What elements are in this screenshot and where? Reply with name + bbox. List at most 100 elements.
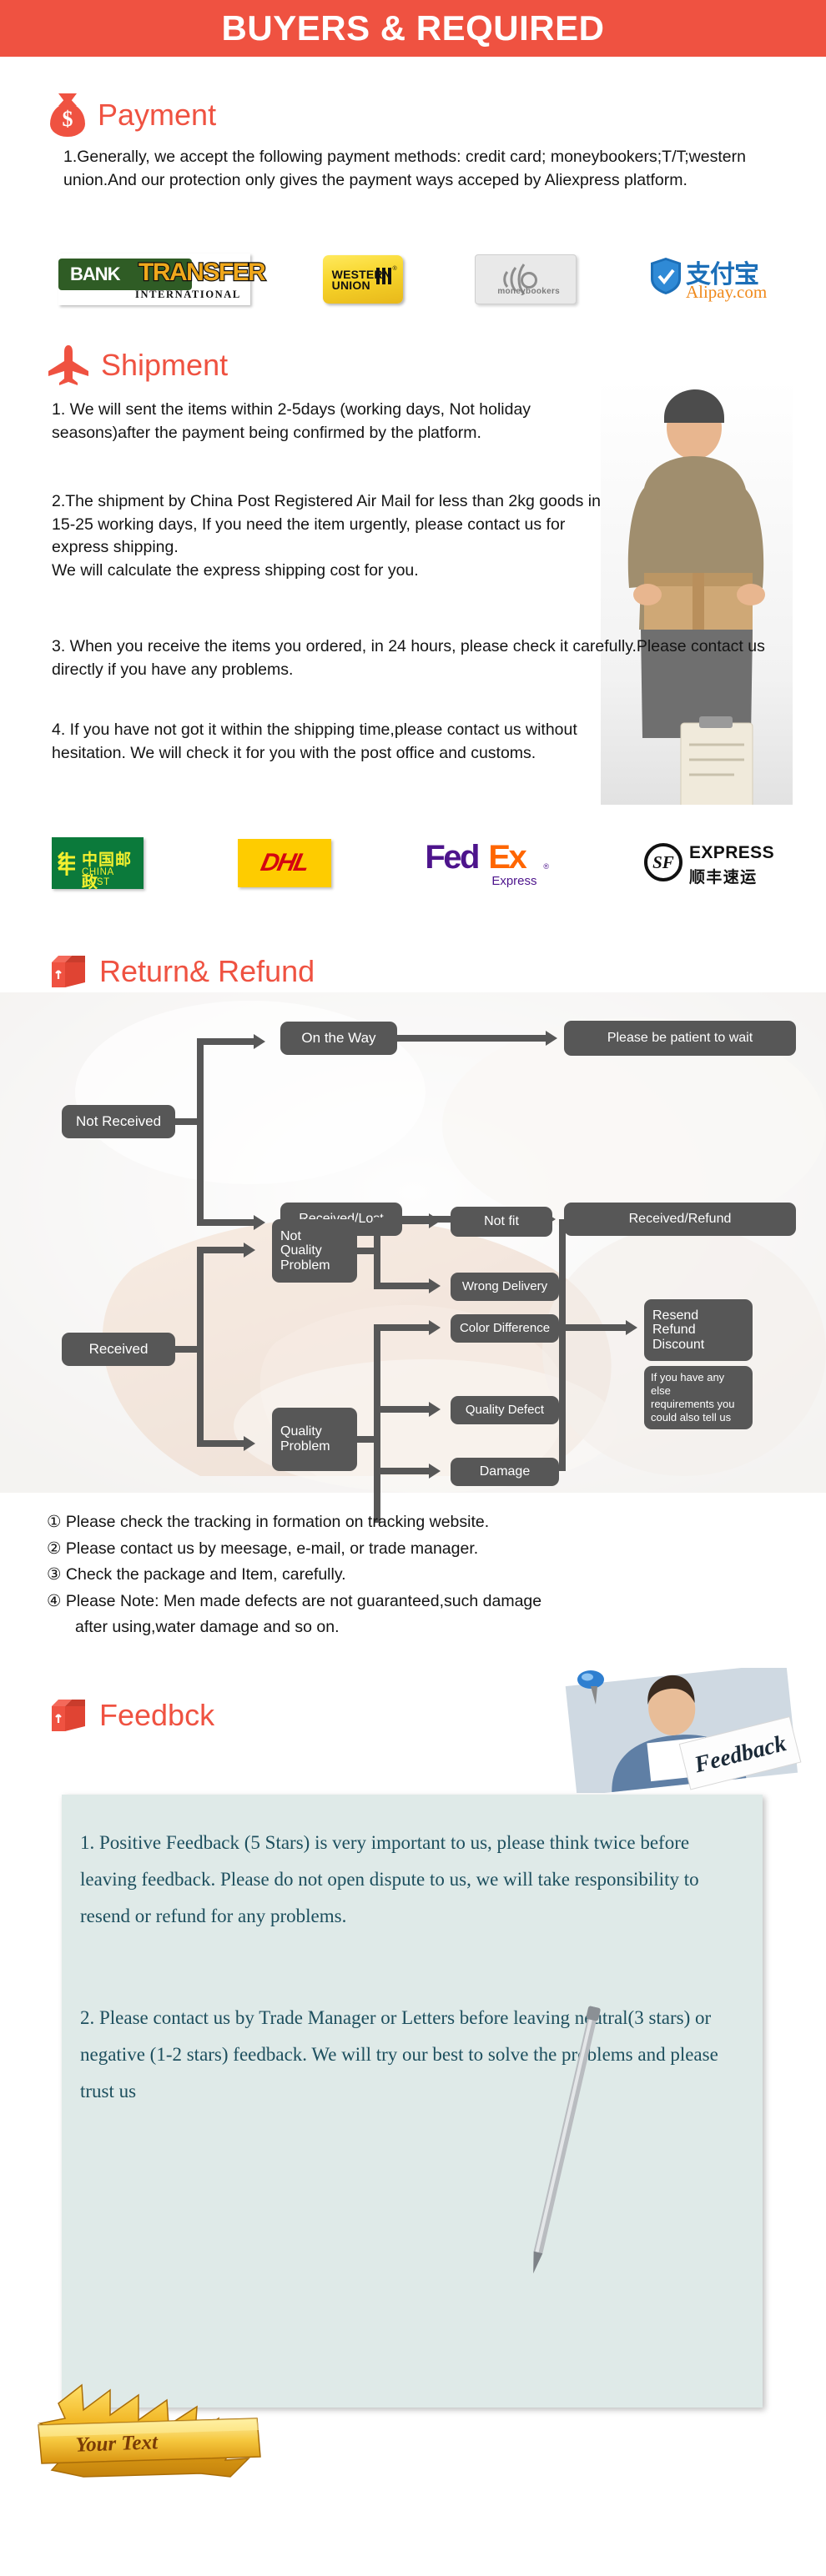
- flow-connector: [197, 1247, 204, 1447]
- note-item-continuation: after using,water damage and so on.: [75, 1618, 340, 1637]
- wu-registered-mark: ®: [392, 266, 397, 272]
- flow-connector: [380, 1218, 431, 1224]
- your-text-ribbon: Your Text: [33, 2370, 275, 2499]
- flow-arrow: [429, 1320, 441, 1335]
- sf-express-english: EXPRESS: [688, 843, 774, 862]
- china-post-english: CHINA POST: [82, 867, 114, 887]
- china-post-logo: 中国邮政 CHINA POST: [52, 837, 144, 891]
- flow-arrow: [429, 1464, 441, 1479]
- bank-transfer-word-transfer: TRANSFER: [138, 258, 267, 287]
- flow-arrow: [244, 1243, 255, 1258]
- flow-node-not-fit: Not fit: [451, 1207, 552, 1237]
- flow-connector: [380, 1468, 431, 1474]
- flow-arrow: [254, 1034, 265, 1049]
- shipment-paragraph-3: 3. When you receive the items you ordere…: [52, 637, 765, 679]
- note-text: Check the package and Item, carefully.: [65, 1565, 346, 1584]
- flow-connector: [559, 1219, 566, 1471]
- flow-node-quality-defect: Quality Defect: [451, 1396, 559, 1424]
- shipment-paragraph-4: 4. If you have not got it within the shi…: [52, 721, 577, 762]
- payment-heading: Payment: [98, 98, 217, 132]
- note-number: ④: [47, 1591, 62, 1610]
- flow-connector: [380, 1324, 431, 1331]
- moneybookers-label: moneybookers: [497, 287, 561, 296]
- flow-arrow: [429, 1402, 441, 1417]
- bank-transfer-word-bank: BANK: [70, 264, 121, 284]
- section-header-shipment: Shipment: [48, 344, 228, 387]
- flow-node-be-patient: Please be patient to wait: [564, 1021, 796, 1056]
- note-text: Please Note: Men made defects are not gu…: [65, 1591, 542, 1610]
- fedex-registered-mark: ®: [543, 862, 549, 871]
- note-number: ①: [47, 1513, 62, 1531]
- wu-bars-icon: [375, 268, 391, 284]
- page-banner: BUYERS & REQUIRED: [0, 0, 826, 57]
- alipay-logo: 支付宝 Alipay.com: [649, 254, 776, 305]
- ribbon-text: Your Text: [75, 2431, 159, 2456]
- airplane-icon: [48, 344, 90, 387]
- banner-title: BUYERS & REQUIRED: [221, 8, 605, 48]
- flow-node-resend-refund-discount: Resend Refund Discount: [644, 1299, 753, 1361]
- bank-transfer-word-international: INTERNATIONAL: [135, 289, 241, 300]
- sf-express-logo: SF EXPRESS 顺丰速运: [643, 838, 786, 888]
- note-number: ②: [47, 1539, 62, 1558]
- alipay-shield-icon: [650, 258, 681, 294]
- flow-arrow: [244, 1436, 255, 1451]
- sf-express-chinese: 顺丰速运: [688, 869, 758, 886]
- section-header-return-refund: Return& Refund: [48, 951, 315, 992]
- shipment-logo-row: 中国邮政 CHINA POST DHL Fed Ex ® Express SF …: [52, 834, 786, 892]
- note-item: ③ Check the package and Item, carefully.: [47, 1562, 798, 1589]
- payment-body: 1.Generally, we accept the following pay…: [63, 148, 746, 189]
- flow-connector: [380, 1283, 431, 1289]
- flow-connector: [204, 1219, 254, 1226]
- flow-arrow: [254, 1215, 265, 1230]
- bank-transfer-logo: BANK TRANSFER INTERNATIONAL: [58, 254, 267, 305]
- flow-connector: [397, 1035, 547, 1042]
- section-header-payment: $ Payment: [48, 93, 216, 137]
- feedback-box-icon: [48, 1695, 88, 1736]
- note-text: Please check the tracking in formation o…: [65, 1513, 490, 1531]
- flow-arrow: [626, 1320, 637, 1335]
- courier-photo: [601, 379, 793, 805]
- payment-logo-row: BANK TRANSFER INTERNATIONAL WESTERN UNIO…: [58, 250, 776, 309]
- note-item: ① Please check the tracking in formation…: [47, 1509, 798, 1536]
- fedex-express-text: Express: [491, 874, 537, 888]
- return-box-icon: [48, 951, 88, 992]
- note-number: ③: [47, 1565, 62, 1584]
- china-post-mark-icon: [57, 851, 75, 876]
- flow-node-on-the-way: On the Way: [280, 1022, 397, 1055]
- flow-arrow: [546, 1031, 557, 1046]
- page-root: BUYERS & REQUIRED $ Payment 1.Generally,…: [0, 0, 826, 2576]
- money-bag-icon: $: [48, 93, 87, 137]
- flow-connector: [204, 1038, 254, 1045]
- flow-connector: [374, 1324, 380, 1523]
- flow-connector: [566, 1324, 627, 1331]
- feedback-photo: Feedback: [556, 1663, 806, 1796]
- return-refund-flowchart: Not Received On the Way Please be patien…: [0, 992, 826, 1523]
- feedback-paragraph-1: 1. Positive Feedback (5 Stars) is very i…: [80, 1832, 699, 1927]
- feedback-paragraph-2: 2. Please contact us by Trade Manager or…: [80, 2007, 718, 2102]
- return-refund-heading: Return& Refund: [99, 954, 315, 988]
- flow-connector: [204, 1440, 244, 1447]
- flow-arrow: [429, 1213, 441, 1228]
- flow-node-not-received: Not Received: [62, 1105, 175, 1138]
- fedex-logo: Fed Ex ® Express: [425, 837, 550, 889]
- flow-node-damage: Damage: [451, 1458, 559, 1486]
- feedback-heading: Feedbck: [99, 1698, 215, 1732]
- note-text: Please contact us by meesage, e-mail, or…: [65, 1539, 479, 1558]
- flow-connector: [380, 1406, 431, 1413]
- moneybookers-logo: moneybookers: [475, 254, 577, 304]
- flow-node-color-difference: Color Difference: [451, 1314, 559, 1343]
- moneybookers-dot-icon: [521, 272, 538, 289]
- shipment-heading: Shipment: [101, 348, 229, 382]
- shipment-paragraph-1: 1. We will sent the items within 2-5days…: [52, 400, 531, 442]
- wu-line2: UNION: [331, 279, 370, 293]
- flow-connector: [197, 1038, 204, 1226]
- note-item: ② Please contact us by meesage, e-mail, …: [47, 1536, 798, 1563]
- flow-node-received: Received: [62, 1333, 175, 1366]
- return-refund-notes: ① Please check the tracking in formation…: [47, 1509, 798, 1641]
- flow-node-wrong-delivery: Wrong Delivery: [451, 1273, 559, 1301]
- flow-node-received-refund: Received/Refund: [564, 1203, 796, 1236]
- fedex-ex-text: Ex: [488, 839, 526, 876]
- dhl-logo: DHL: [237, 839, 331, 887]
- flow-node-quality-problem: Quality Problem: [272, 1408, 357, 1471]
- flow-connector: [204, 1247, 244, 1253]
